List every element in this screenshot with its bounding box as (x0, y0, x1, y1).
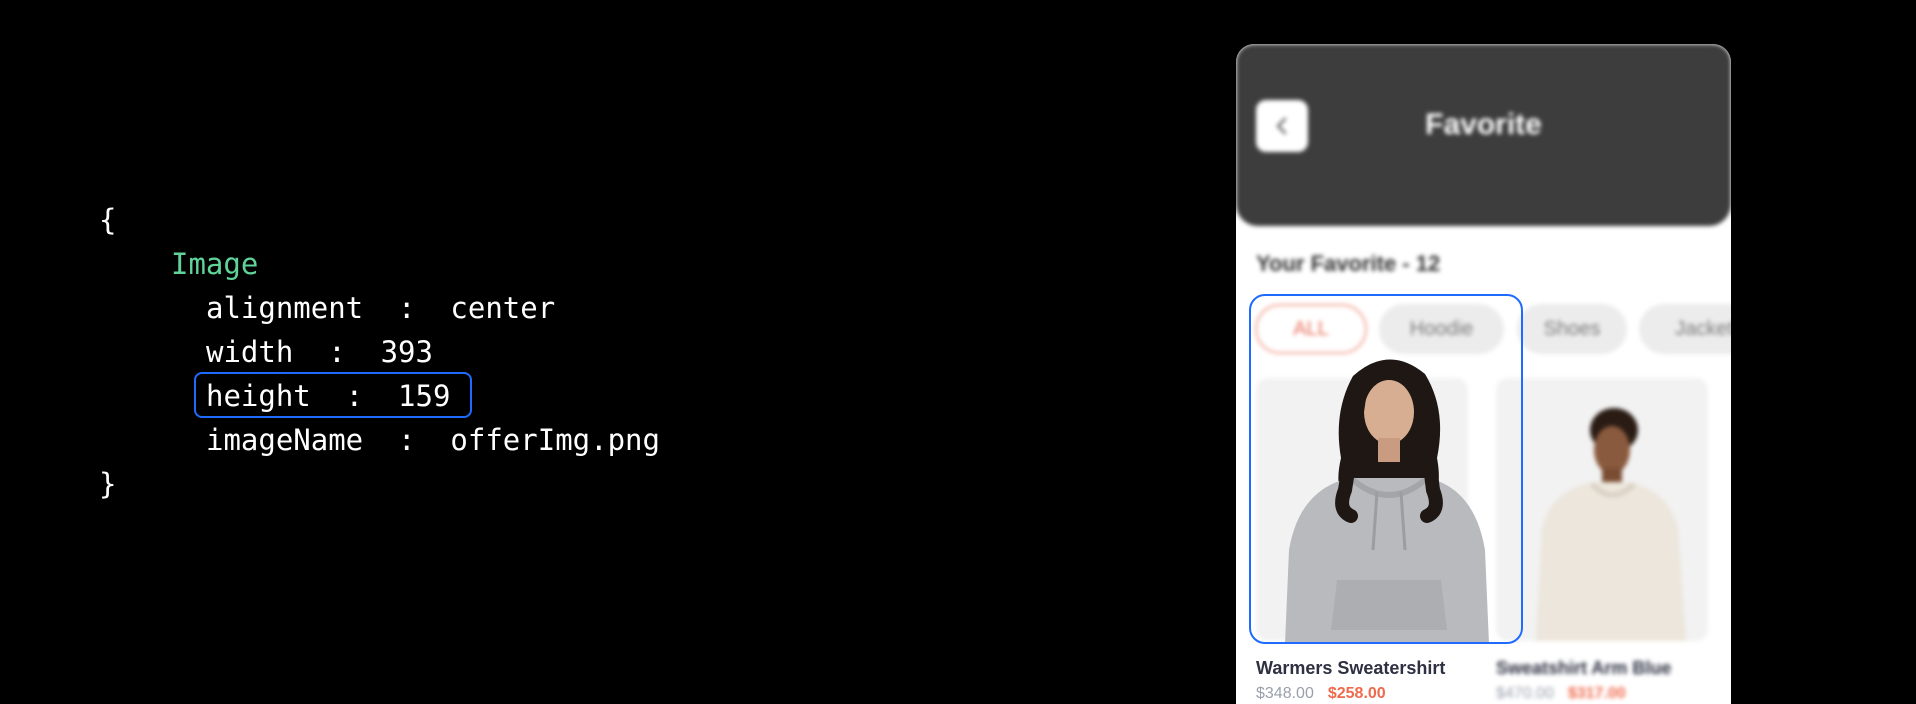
product-card-bg[interactable] (1496, 378, 1708, 641)
product-image-man (1536, 408, 1686, 641)
product-name[interactable]: Sweatshirt Arm Blue (1496, 658, 1671, 679)
component-name: Image (171, 247, 259, 281)
old-price: $348.00 (1256, 685, 1314, 702)
width-property: width : 393 (206, 335, 433, 369)
app-header: Favorite (1236, 44, 1731, 226)
image-name-property: imageName : offerImg.png (206, 423, 660, 457)
product-prices: $348.00 $258.00 (1256, 685, 1386, 703)
product-prices: $470.00 $317.00 (1496, 685, 1626, 703)
image-selection-box (1249, 294, 1523, 644)
alignment-property: alignment : center (206, 291, 556, 325)
height-property: height : 159 (206, 379, 451, 413)
header-title: Favorite (1425, 108, 1542, 141)
favorites-count-title: Your Favorite - 12 (1256, 251, 1441, 276)
product-name[interactable]: Warmers Sweatershirt (1256, 658, 1445, 679)
chip-jacket[interactable]: Jacket (1639, 304, 1731, 354)
chip-shoes[interactable]: Shoes (1517, 304, 1627, 354)
old-price: $470.00 (1496, 685, 1554, 702)
sale-price: $258.00 (1327, 685, 1386, 702)
sale-price: $317.00 (1567, 685, 1626, 702)
close-brace: } (99, 467, 117, 501)
open-brace: { (99, 203, 117, 237)
